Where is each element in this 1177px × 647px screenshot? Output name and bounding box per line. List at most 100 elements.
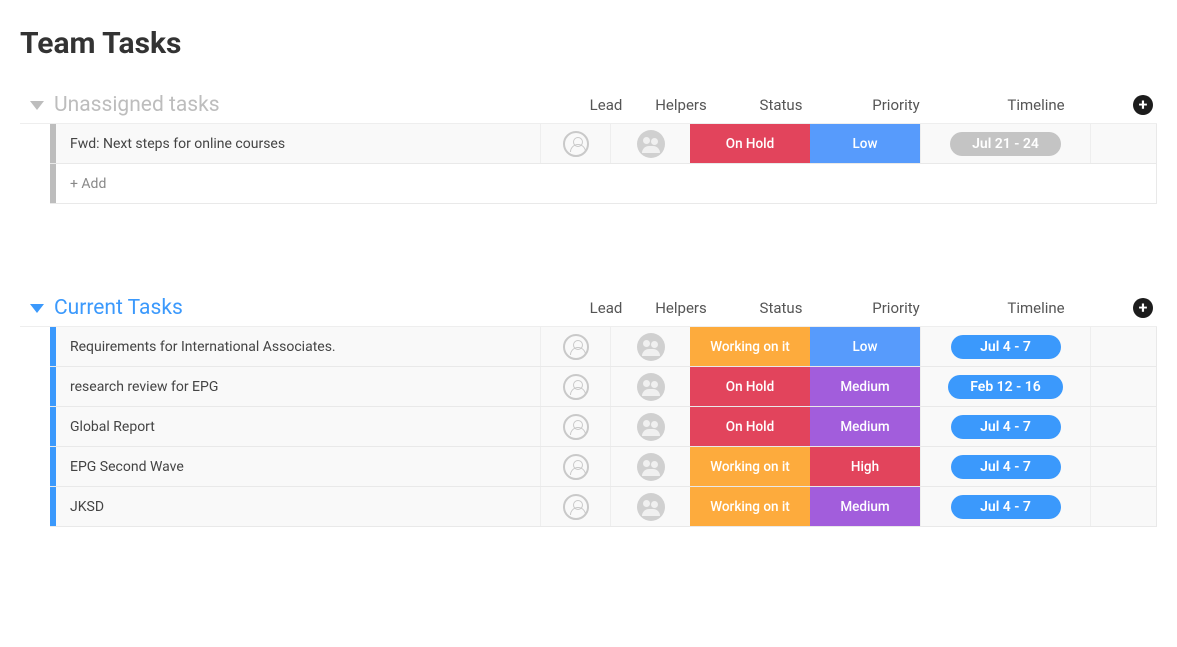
person-icon (563, 494, 589, 520)
row-trailing-cell (1090, 124, 1130, 163)
task-row[interactable]: Fwd: Next steps for online courses On Hol… (50, 124, 1157, 164)
helpers-cell[interactable] (610, 367, 690, 406)
column-header-status[interactable]: Status (721, 299, 841, 317)
person-icon (563, 454, 589, 480)
status-chip: On Hold (690, 367, 810, 406)
lead-cell[interactable] (540, 487, 610, 526)
row-trailing-cell (1090, 487, 1130, 526)
lead-cell[interactable] (540, 327, 610, 366)
people-icon (637, 453, 665, 481)
timeline-cell[interactable]: Jul 21 - 24 (920, 124, 1090, 163)
task-name[interactable]: research review for EPG (56, 367, 540, 406)
collapse-caret-icon[interactable] (30, 101, 44, 110)
group-header: Unassigned tasks LeadHelpersStatusPriorit… (20, 91, 1157, 124)
add-column-button[interactable]: + (1133, 95, 1153, 115)
people-icon (637, 130, 665, 158)
status-cell[interactable]: Working on it (690, 327, 810, 366)
person-icon (563, 414, 589, 440)
priority-chip: Low (810, 327, 920, 366)
add-task-label[interactable]: + Add (56, 164, 1156, 203)
priority-cell[interactable]: Medium (810, 407, 920, 446)
person-icon (563, 334, 589, 360)
timeline-pill: Jul 4 - 7 (951, 495, 1061, 519)
priority-cell[interactable]: Low (810, 124, 920, 163)
column-header-timeline[interactable]: Timeline (951, 96, 1121, 114)
page-title: Team Tasks (20, 26, 1157, 61)
helpers-cell[interactable] (610, 407, 690, 446)
column-headers: LeadHelpersStatusPriorityTimeline (571, 299, 1121, 317)
task-row[interactable]: research review for EPG On HoldMedium Feb … (50, 367, 1157, 407)
helpers-cell[interactable] (610, 124, 690, 163)
person-icon (563, 374, 589, 400)
column-header-status[interactable]: Status (721, 96, 841, 114)
task-name[interactable]: Requirements for International Associate… (56, 327, 540, 366)
timeline-pill: Jul 4 - 7 (951, 335, 1061, 359)
priority-chip: High (810, 447, 920, 486)
column-header-helpers[interactable]: Helpers (641, 299, 721, 317)
person-icon (563, 131, 589, 157)
status-cell[interactable]: On Hold (690, 367, 810, 406)
status-chip: Working on it (690, 447, 810, 486)
timeline-cell[interactable]: Jul 4 - 7 (920, 407, 1090, 446)
priority-cell[interactable]: Medium (810, 367, 920, 406)
priority-cell[interactable]: Low (810, 327, 920, 366)
row-trailing-cell (1090, 407, 1130, 446)
column-headers: LeadHelpersStatusPriorityTimeline (571, 96, 1121, 114)
lead-cell[interactable] (540, 447, 610, 486)
group-header: Current Tasks LeadHelpersStatusPriorityTi… (20, 294, 1157, 327)
lead-cell[interactable] (540, 367, 610, 406)
timeline-cell[interactable]: Jul 4 - 7 (920, 327, 1090, 366)
priority-chip: Medium (810, 407, 920, 446)
task-group: Unassigned tasks LeadHelpersStatusPriorit… (20, 91, 1157, 204)
group-title[interactable]: Unassigned tasks (54, 93, 220, 117)
column-header-timeline[interactable]: Timeline (951, 299, 1121, 317)
task-name[interactable]: JKSD (56, 487, 540, 526)
people-icon (637, 493, 665, 521)
timeline-cell[interactable]: Jul 4 - 7 (920, 447, 1090, 486)
column-header-helpers[interactable]: Helpers (641, 96, 721, 114)
status-chip: On Hold (690, 407, 810, 446)
task-name[interactable]: Global Report (56, 407, 540, 446)
priority-chip: Medium (810, 367, 920, 406)
task-name[interactable]: EPG Second Wave (56, 447, 540, 486)
group-title[interactable]: Current Tasks (54, 296, 183, 320)
status-cell[interactable]: Working on it (690, 447, 810, 486)
helpers-cell[interactable] (610, 447, 690, 486)
task-group: Current Tasks LeadHelpersStatusPriorityTi… (20, 294, 1157, 527)
timeline-cell[interactable]: Feb 12 - 16 (920, 367, 1090, 406)
timeline-pill: Jul 21 - 24 (950, 132, 1061, 156)
timeline-pill: Feb 12 - 16 (948, 375, 1063, 399)
task-row[interactable]: JKSD Working on itMedium Jul 4 - 7 (50, 487, 1157, 527)
timeline-cell[interactable]: Jul 4 - 7 (920, 487, 1090, 526)
group-rows: Requirements for International Associate… (50, 327, 1157, 527)
task-row[interactable]: EPG Second Wave Working on itHighJul 4 - … (50, 447, 1157, 487)
status-cell[interactable]: On Hold (690, 124, 810, 163)
column-header-lead[interactable]: Lead (571, 299, 641, 317)
lead-cell[interactable] (540, 124, 610, 163)
task-name[interactable]: Fwd: Next steps for online courses (56, 124, 540, 163)
column-header-lead[interactable]: Lead (571, 96, 641, 114)
status-chip: Working on it (690, 327, 810, 366)
task-row[interactable]: Requirements for International Associate… (50, 327, 1157, 367)
column-header-priority[interactable]: Priority (841, 96, 951, 114)
add-column-button[interactable]: + (1133, 298, 1153, 318)
status-cell[interactable]: Working on it (690, 487, 810, 526)
group-rows: Fwd: Next steps for online courses On Hol… (50, 124, 1157, 204)
row-trailing-cell (1090, 327, 1130, 366)
status-cell[interactable]: On Hold (690, 407, 810, 446)
priority-cell[interactable]: High (810, 447, 920, 486)
status-chip: On Hold (690, 124, 810, 163)
task-row[interactable]: Global Report On HoldMedium Jul 4 - 7 (50, 407, 1157, 447)
add-task-row[interactable]: + Add (50, 164, 1157, 204)
timeline-pill: Jul 4 - 7 (951, 415, 1061, 439)
people-icon (637, 333, 665, 361)
column-header-priority[interactable]: Priority (841, 299, 951, 317)
lead-cell[interactable] (540, 407, 610, 446)
priority-cell[interactable]: Medium (810, 487, 920, 526)
helpers-cell[interactable] (610, 327, 690, 366)
collapse-caret-icon[interactable] (30, 304, 44, 313)
status-chip: Working on it (690, 487, 810, 526)
row-trailing-cell (1090, 447, 1130, 486)
priority-chip: Low (810, 124, 920, 163)
helpers-cell[interactable] (610, 487, 690, 526)
